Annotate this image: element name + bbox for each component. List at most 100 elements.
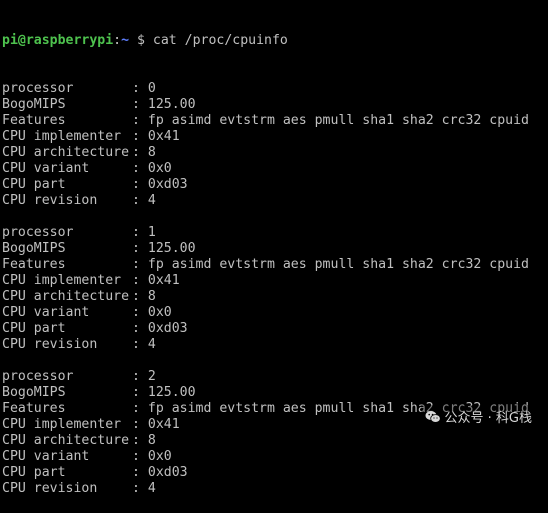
cpuinfo-line: CPU part: 0xd03 — [2, 465, 546, 481]
cpuinfo-key: CPU part — [2, 321, 66, 336]
cpuinfo-key: processor — [2, 369, 74, 384]
cpuinfo-separator: : — [132, 305, 148, 320]
cpuinfo-key: CPU revision — [2, 193, 98, 208]
cpuinfo-line: processor: 1 — [2, 225, 546, 241]
cpuinfo-value: 1 — [147, 225, 156, 240]
cpuinfo-value: 0 — [147, 81, 156, 96]
cpuinfo-key: CPU revision — [2, 481, 98, 496]
cpuinfo-value: 0xd03 — [147, 177, 188, 192]
prompt-separator: : — [113, 33, 122, 48]
cpuinfo-value: 0x41 — [147, 417, 180, 432]
cpuinfo-key: CPU implementer — [2, 129, 122, 144]
cpuinfo-line: CPU variant: 0x0 — [2, 305, 546, 321]
cpuinfo-value: 0xd03 — [147, 465, 188, 480]
cpuinfo-value: 125.00 — [147, 241, 196, 256]
cpuinfo-separator: : — [132, 481, 148, 496]
watermark: 公众号 · 科G栈 — [420, 405, 536, 428]
watermark-text: 公众号 · 科G栈 — [444, 411, 532, 426]
cpuinfo-key: CPU variant — [2, 161, 90, 176]
cpuinfo-key: CPU architecture — [2, 289, 130, 304]
terminal-output[interactable]: pi@raspberrypi:~ $ cat /proc/cpuinfo pro… — [2, 1, 546, 513]
cpuinfo-separator: : — [132, 385, 148, 400]
cpuinfo-key: CPU architecture — [2, 433, 130, 448]
cpuinfo-separator: : — [132, 177, 148, 192]
cpuinfo-line: CPU part: 0xd03 — [2, 177, 546, 193]
processor-block: processor: 2 BogoMIPS: 125.00 Features: fp… — [2, 369, 546, 497]
cpuinfo-value: 0x41 — [147, 273, 180, 288]
cpuinfo-value: 0x0 — [147, 161, 172, 176]
cpuinfo-line: CPU revision: 4 — [2, 337, 546, 353]
cpuinfo-value: 2 — [147, 369, 156, 384]
cpuinfo-separator: : — [132, 145, 148, 160]
cpuinfo-line: processor: 2 — [2, 369, 546, 385]
cpuinfo-line: Features: fp asimd evtstrm aes pmull sha… — [2, 113, 546, 129]
cpuinfo-key: BogoMIPS — [2, 241, 66, 256]
cpuinfo-key: Features — [2, 113, 66, 128]
cpuinfo-separator: : — [132, 449, 148, 464]
cpuinfo-value: 125.00 — [147, 97, 196, 112]
cpuinfo-line: BogoMIPS: 125.00 — [2, 241, 546, 257]
cpuinfo-value: 0x0 — [147, 305, 172, 320]
cpuinfo-line: CPU revision: 4 — [2, 481, 546, 497]
cpuinfo-separator: : — [132, 417, 148, 432]
cpuinfo-key: Features — [2, 257, 66, 272]
prompt-path: ~ — [121, 33, 130, 48]
cpuinfo-separator: : — [132, 289, 148, 304]
cpuinfo-separator: : — [132, 321, 148, 336]
cpuinfo-separator: : — [132, 81, 148, 96]
cpuinfo-line: CPU architecture: 8 — [2, 433, 546, 449]
prompt-symbol: $ — [129, 33, 145, 48]
cpuinfo-line: processor: 0 — [2, 81, 546, 97]
cpuinfo-key: Features — [2, 401, 66, 416]
cpuinfo-separator: : — [132, 401, 148, 416]
cpuinfo-key: CPU part — [2, 177, 66, 192]
cpuinfo-line: CPU architecture: 8 — [2, 289, 546, 305]
cpuinfo-key: CPU revision — [2, 337, 98, 352]
cpuinfo-key: CPU variant — [2, 305, 90, 320]
cpuinfo-separator: : — [132, 433, 148, 448]
prompt-line: pi@raspberrypi:~ $ cat /proc/cpuinfo — [2, 33, 546, 49]
cpuinfo-line: CPU part: 0xd03 — [2, 321, 546, 337]
wechat-icon — [425, 410, 441, 424]
cpuinfo-value: 8 — [147, 289, 156, 304]
cpuinfo-separator: : — [132, 241, 148, 256]
cpuinfo-line: CPU variant: 0x0 — [2, 449, 546, 465]
cpuinfo-key: CPU implementer — [2, 417, 122, 432]
cpuinfo-value: 8 — [147, 145, 156, 160]
cpuinfo-separator: : — [132, 97, 148, 112]
cpuinfo-line: BogoMIPS: 125.00 — [2, 97, 546, 113]
cpuinfo-line: CPU implementer: 0x41 — [2, 129, 546, 145]
cpuinfo-key: processor — [2, 81, 74, 96]
cpuinfo-line: CPU variant: 0x0 — [2, 161, 546, 177]
cpuinfo-value: 0x0 — [147, 449, 172, 464]
cpuinfo-value: 125.00 — [147, 385, 196, 400]
cpuinfo-key: processor — [2, 225, 74, 240]
cpuinfo-separator: : — [132, 129, 148, 144]
cpuinfo-key: BogoMIPS — [2, 385, 66, 400]
processor-block: processor: 1 BogoMIPS: 125.00 Features: fp… — [2, 225, 546, 353]
cpuinfo-value: 4 — [147, 337, 156, 352]
prompt-user-host: pi@raspberrypi — [2, 33, 114, 48]
cpuinfo-separator: : — [132, 465, 148, 480]
cpuinfo-line: CPU architecture: 8 — [2, 145, 546, 161]
cpuinfo-value: 4 — [147, 481, 156, 496]
cpuinfo-separator: : — [132, 225, 148, 240]
cpuinfo-key: CPU implementer — [2, 273, 122, 288]
cpuinfo-value: fp asimd evtstrm aes pmull sha1 sha2 crc… — [147, 257, 529, 272]
cpuinfo-value: 8 — [147, 433, 156, 448]
cpuinfo-separator: : — [132, 257, 148, 272]
processor-block: processor: 0 BogoMIPS: 125.00 Features: fp… — [2, 81, 546, 209]
cpuinfo-value: fp asimd evtstrm aes pmull sha1 sha2 crc… — [147, 113, 529, 128]
cpuinfo-separator: : — [132, 273, 148, 288]
cpuinfo-line: CPU implementer: 0x41 — [2, 273, 546, 289]
cpuinfo-line: CPU revision: 4 — [2, 193, 546, 209]
cpuinfo-separator: : — [132, 113, 148, 128]
cpuinfo-blocks: processor: 0 BogoMIPS: 125.00 Features: fp… — [2, 81, 546, 497]
prompt-command: cat /proc/cpuinfo — [144, 33, 288, 48]
cpuinfo-separator: : — [132, 337, 148, 352]
cpuinfo-line: Features: fp asimd evtstrm aes pmull sha… — [2, 257, 546, 273]
cpuinfo-key: CPU variant — [2, 449, 90, 464]
cpuinfo-key: BogoMIPS — [2, 97, 66, 112]
